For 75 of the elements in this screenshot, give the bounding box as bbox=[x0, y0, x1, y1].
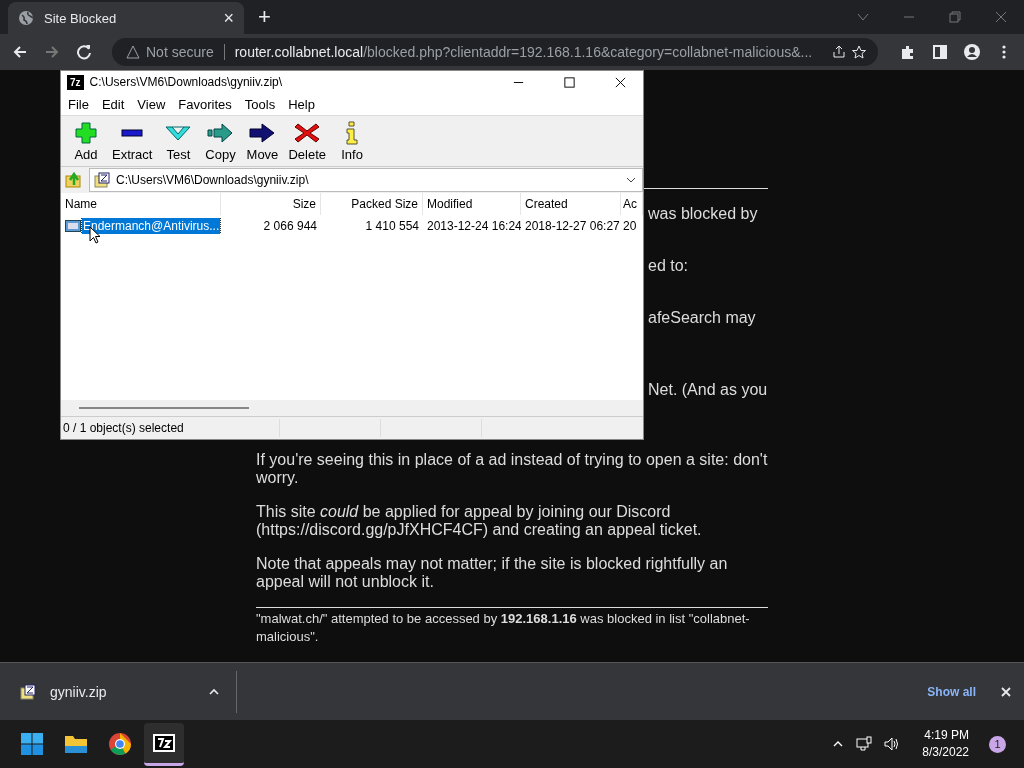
network-icon[interactable] bbox=[856, 736, 873, 752]
security-label: Not secure bbox=[146, 44, 214, 60]
toolbar-button[interactable]: Info bbox=[331, 120, 374, 162]
browser-tab[interactable]: Site Blocked × bbox=[8, 2, 244, 34]
menu-item[interactable]: Tools bbox=[239, 96, 284, 112]
zip-file-icon bbox=[94, 172, 110, 188]
column-header[interactable]: Modified bbox=[423, 193, 521, 215]
clock-time[interactable]: 4:19 PM bbox=[924, 727, 969, 744]
column-header[interactable]: Size bbox=[221, 193, 321, 215]
chrome-icon[interactable] bbox=[108, 732, 132, 756]
speaker-icon[interactable] bbox=[884, 736, 901, 752]
page-text: Net. (And as you bbox=[648, 381, 768, 399]
menu-item[interactable]: View bbox=[132, 96, 174, 112]
forward-icon[interactable] bbox=[44, 44, 60, 60]
notification-badge[interactable]: 1 bbox=[989, 735, 1006, 753]
new-tab-button[interactable]: + bbox=[258, 4, 271, 30]
menu-item[interactable]: Help bbox=[283, 96, 323, 112]
toolbar-button[interactable]: Copy bbox=[199, 120, 242, 162]
tab-close-button[interactable]: × bbox=[223, 7, 234, 29]
folder-up-icon[interactable] bbox=[65, 171, 83, 189]
page-text: was blocked by bbox=[648, 205, 759, 223]
page-text: afeSearch may bbox=[648, 309, 757, 327]
scrollbar-thumb[interactable] bbox=[79, 407, 249, 409]
address-bar[interactable]: Not secure router.collabnet.local/blocked.php?clientaddr=192.168.1.16&category=collabnet-malicious&... bbox=[112, 38, 878, 66]
table-cell-text: 1 410 554 bbox=[364, 219, 420, 233]
toolbar-button[interactable]: Move bbox=[241, 120, 284, 162]
block-notice: "malwat.ch/" attempted to be accessed by 192.168.1.16 was blocked in list "collabnet-malicious". bbox=[256, 610, 751, 646]
restore-icon[interactable] bbox=[948, 10, 962, 24]
tab-title: Site Blocked bbox=[44, 10, 118, 26]
dropdown-icon bbox=[626, 177, 636, 183]
file-name[interactable]: Endermanch@Antivirus... bbox=[82, 218, 221, 234]
zip-file-icon bbox=[20, 683, 36, 700]
file-icon bbox=[65, 220, 81, 232]
column-header[interactable]: Name bbox=[61, 193, 221, 215]
menu-item[interactable]: Edit bbox=[96, 96, 133, 112]
toolbar-button[interactable]: Extract bbox=[107, 120, 158, 162]
share-icon[interactable] bbox=[832, 45, 846, 59]
download-file-name[interactable]: gyniiv.zip bbox=[50, 683, 194, 700]
column-header[interactable]: Created bbox=[521, 193, 621, 215]
taskbar-app-button[interactable] bbox=[144, 722, 184, 766]
menu-item[interactable]: Favorites bbox=[173, 96, 240, 112]
column-header[interactable]: Packed Size bbox=[321, 193, 423, 215]
url-path: /blocked.php?clientaddr=192.168.1.16&category=collabnet-malicious&... bbox=[363, 44, 813, 60]
clock-date[interactable]: 8/3/2022 bbox=[922, 744, 969, 761]
paragraph: Note that appeals may not matter; if the site is blocked rightfully an appeal will not unblock it. bbox=[256, 555, 729, 591]
show-all-link[interactable]: Show all bbox=[927, 684, 976, 699]
puzzle-icon[interactable] bbox=[900, 44, 916, 60]
paragraph: If you're seeing this in place of a ad instead of trying to open a site: don't worry. bbox=[256, 451, 768, 487]
side-panel-icon[interactable] bbox=[932, 44, 948, 60]
status-text: 0 / 1 object(s) selected bbox=[62, 421, 185, 435]
table-cell-text: 2 066 944 bbox=[262, 219, 318, 233]
maximize-icon[interactable] bbox=[563, 75, 576, 89]
toolbar-button[interactable]: Test bbox=[157, 120, 200, 162]
toolbar-button[interactable]: Add bbox=[65, 120, 107, 162]
column-header[interactable]: Ac bbox=[621, 193, 643, 215]
profile-icon[interactable] bbox=[964, 44, 980, 60]
url-host: router.collabnet.local bbox=[234, 44, 364, 60]
toolbar-button[interactable]: Delete bbox=[283, 120, 332, 162]
extract-icon bbox=[121, 128, 144, 137]
globe-icon bbox=[18, 10, 34, 26]
page-text: ed to: bbox=[648, 257, 690, 275]
table-cell-text: 20 bbox=[622, 219, 638, 233]
windows-start-icon[interactable] bbox=[20, 732, 44, 756]
menu-item[interactable]: File bbox=[63, 96, 97, 112]
window-title: C:\Users\VM6\Downloads\gyniiv.zip\ bbox=[89, 75, 284, 89]
app-logo: 7z bbox=[67, 74, 84, 90]
table-cell-text: 2013-12-24 16:24 bbox=[426, 219, 521, 233]
close-icon[interactable] bbox=[614, 75, 627, 89]
warning-icon bbox=[126, 45, 140, 59]
back-icon[interactable] bbox=[12, 44, 28, 60]
star-icon[interactable] bbox=[852, 45, 866, 59]
reload-icon[interactable] bbox=[76, 44, 92, 60]
path-field[interactable]: C:\Users\VM6\Downloads\gyniiv.zip\ bbox=[89, 168, 643, 192]
table-cell-text: 2018-12-27 06:27 bbox=[524, 219, 621, 233]
paragraph: This site could be applied for appeal by joining our Discord (https://discord.gg/pJfXHCF4CF) and creating an appeal ticket. bbox=[256, 503, 703, 539]
